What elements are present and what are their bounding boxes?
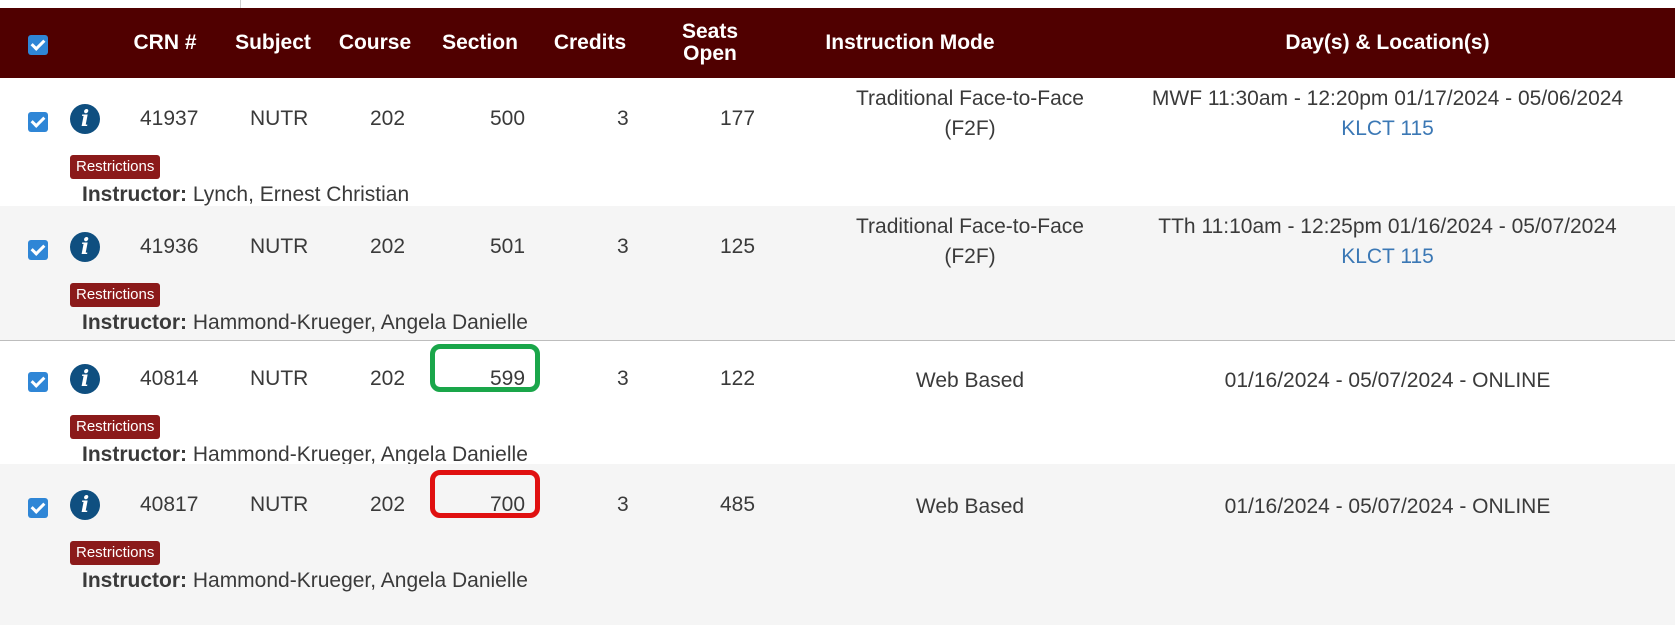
subject: NUTR (250, 367, 309, 390)
restrictions-badge[interactable]: Restrictions (70, 155, 161, 179)
instructor: Instructor: Hammond-Krueger, Angela Dani… (82, 569, 528, 593)
instructor-label: Instructor: (82, 443, 187, 466)
course: 202 (370, 107, 406, 130)
header-instruction-mode[interactable]: Instruction Mode (800, 8, 1020, 78)
table-row: i 40814 NUTR 202 599 3 122 Web Based 01/… (0, 338, 1675, 473)
crn: 40817 (140, 493, 199, 516)
crn: 41937 (140, 107, 199, 130)
credits: 3 (617, 235, 629, 258)
instruction-mode-line2: (F2F) (944, 245, 996, 268)
days-locations: MWF 11:30am - 12:20pm 01/17/2024 - 05/06… (1100, 84, 1675, 144)
crn: 41936 (140, 235, 199, 258)
restrictions-badge[interactable]: Restrictions (70, 283, 161, 307)
instructor: Instructor: Hammond-Krueger, Angela Dani… (82, 311, 528, 335)
table-header: CRN # Subject Course Section Credits Sea… (0, 8, 1675, 78)
subject: NUTR (250, 235, 309, 258)
meeting-times: MWF 11:30am - 12:20pm 01/17/2024 - 05/06… (1151, 87, 1624, 110)
table-row: i 41937 NUTR 202 500 3 177 Traditional F… (0, 78, 1675, 213)
instructor-label: Instructor: (82, 569, 187, 592)
days-locations: 01/16/2024 - 05/07/2024 - ONLINE (1224, 495, 1551, 518)
subject: NUTR (250, 107, 309, 130)
instructor-name: Hammond-Krueger, Angela Danielle (192, 311, 528, 334)
instruction-mode-line2: (F2F) (944, 117, 996, 140)
row-checkbox[interactable] (28, 240, 48, 260)
instructor-label: Instructor: (82, 183, 187, 206)
seats-open: 485 (720, 493, 756, 516)
crn: 40814 (140, 367, 199, 390)
instruction-mode: Traditional Face-to-Face (F2F) (840, 212, 1100, 272)
seats-open: 122 (720, 367, 756, 390)
restrictions-badge[interactable]: Restrictions (70, 415, 161, 439)
instruction-mode: Web Based (915, 495, 1025, 518)
subject: NUTR (250, 493, 309, 516)
row-checkbox[interactable] (28, 498, 48, 518)
course: 202 (370, 367, 406, 390)
table-row: i 40817 NUTR 202 700 3 485 Web Based 01/… (0, 464, 1675, 625)
credits: 3 (617, 493, 629, 516)
section: 500 (490, 107, 526, 130)
credits: 3 (617, 367, 629, 390)
instruction-mode-line1: Traditional Face-to-Face (856, 87, 1084, 110)
header-days-locations[interactable]: Day(s) & Location(s) (1100, 8, 1675, 78)
location-link[interactable]: KLCT 115 (1100, 114, 1675, 144)
section: 599 (490, 367, 526, 390)
instructor-label: Instructor: (82, 311, 187, 334)
top-strip (0, 0, 1675, 8)
column-divider (240, 0, 241, 8)
instruction-mode: Traditional Face-to-Face (F2F) (840, 84, 1100, 144)
header-subject[interactable]: Subject (228, 8, 318, 78)
section: 501 (490, 235, 526, 258)
header-course[interactable]: Course (330, 8, 420, 78)
info-icon[interactable]: i (70, 104, 100, 134)
info-icon[interactable]: i (70, 364, 100, 394)
header-crn[interactable]: CRN # (130, 8, 200, 78)
table-row: i 41936 NUTR 202 501 3 125 Traditional F… (0, 206, 1675, 341)
course: 202 (370, 493, 406, 516)
header-credits[interactable]: Credits (540, 8, 640, 78)
header-section[interactable]: Section (430, 8, 530, 78)
instructor: Instructor: Lynch, Ernest Christian (82, 183, 409, 207)
instruction-mode-line1: Traditional Face-to-Face (856, 215, 1084, 238)
select-all-checkbox[interactable] (28, 35, 48, 55)
instructor-name: Hammond-Krueger, Angela Danielle (192, 443, 528, 466)
header-seats-open[interactable]: Seats Open (670, 8, 750, 78)
section: 700 (490, 493, 526, 516)
instructor-name: Lynch, Ernest Christian (192, 183, 410, 206)
instruction-mode: Web Based (915, 369, 1025, 392)
instructor-name: Hammond-Krueger, Angela Danielle (192, 569, 528, 592)
restrictions-badge[interactable]: Restrictions (70, 541, 161, 565)
location-link[interactable]: KLCT 115 (1100, 242, 1675, 272)
info-icon[interactable]: i (70, 232, 100, 262)
row-checkbox[interactable] (28, 372, 48, 392)
info-icon[interactable]: i (70, 490, 100, 520)
seats-open: 177 (720, 107, 756, 130)
days-locations: 01/16/2024 - 05/07/2024 - ONLINE (1224, 369, 1551, 392)
meeting-times: TTh 11:10am - 12:25pm 01/16/2024 - 05/07… (1158, 215, 1617, 238)
seats-open: 125 (720, 235, 756, 258)
row-checkbox[interactable] (28, 112, 48, 132)
credits: 3 (617, 107, 629, 130)
course: 202 (370, 235, 406, 258)
days-locations: TTh 11:10am - 12:25pm 01/16/2024 - 05/07… (1100, 212, 1675, 272)
